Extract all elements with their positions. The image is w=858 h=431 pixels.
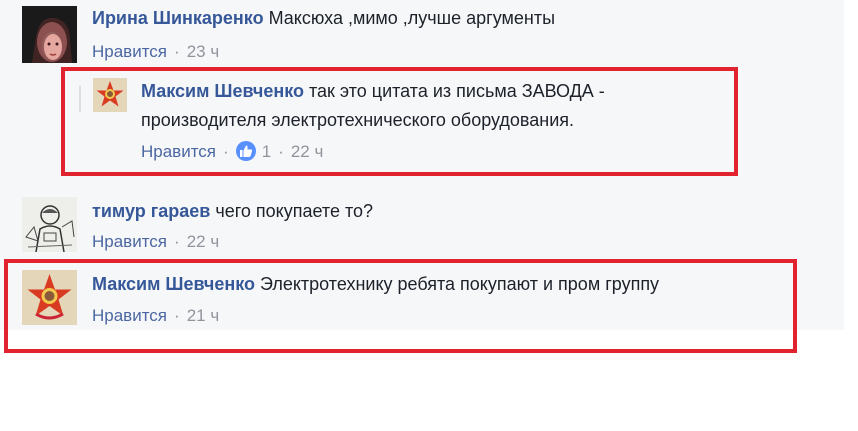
comment-author[interactable]: тимур гараев — [92, 201, 210, 221]
comment-timestamp[interactable]: 22 ч — [187, 232, 220, 251]
comment-text: Максюха ,мимо ,лучше аргументы — [268, 8, 556, 28]
comment-body: Ирина Шинкаренко Максюха ,мимо ,лучше ар… — [92, 4, 555, 33]
comment-text: чего покупаете то? — [215, 201, 374, 221]
comment-body: тимур гараев чего покупаете то? — [92, 197, 373, 226]
comment-actions: Нравится · 22 ч — [92, 231, 219, 253]
avatar[interactable] — [22, 197, 77, 252]
like-button[interactable]: Нравится — [92, 232, 167, 251]
separator-dot: · — [174, 42, 180, 61]
sketch-drawing-avatar — [22, 197, 77, 252]
red-highlight-box — [4, 259, 797, 353]
comment-timestamp[interactable]: 23 ч — [187, 42, 220, 61]
red-highlight-box — [61, 67, 738, 176]
avatar[interactable] — [22, 6, 77, 63]
like-button[interactable]: Нравится — [92, 42, 167, 61]
woman-portrait-avatar — [22, 6, 77, 63]
comment-actions: Нравится · 23 ч — [92, 41, 219, 63]
comment-author[interactable]: Ирина Шинкаренко — [92, 8, 264, 28]
separator-dot: · — [174, 232, 180, 251]
